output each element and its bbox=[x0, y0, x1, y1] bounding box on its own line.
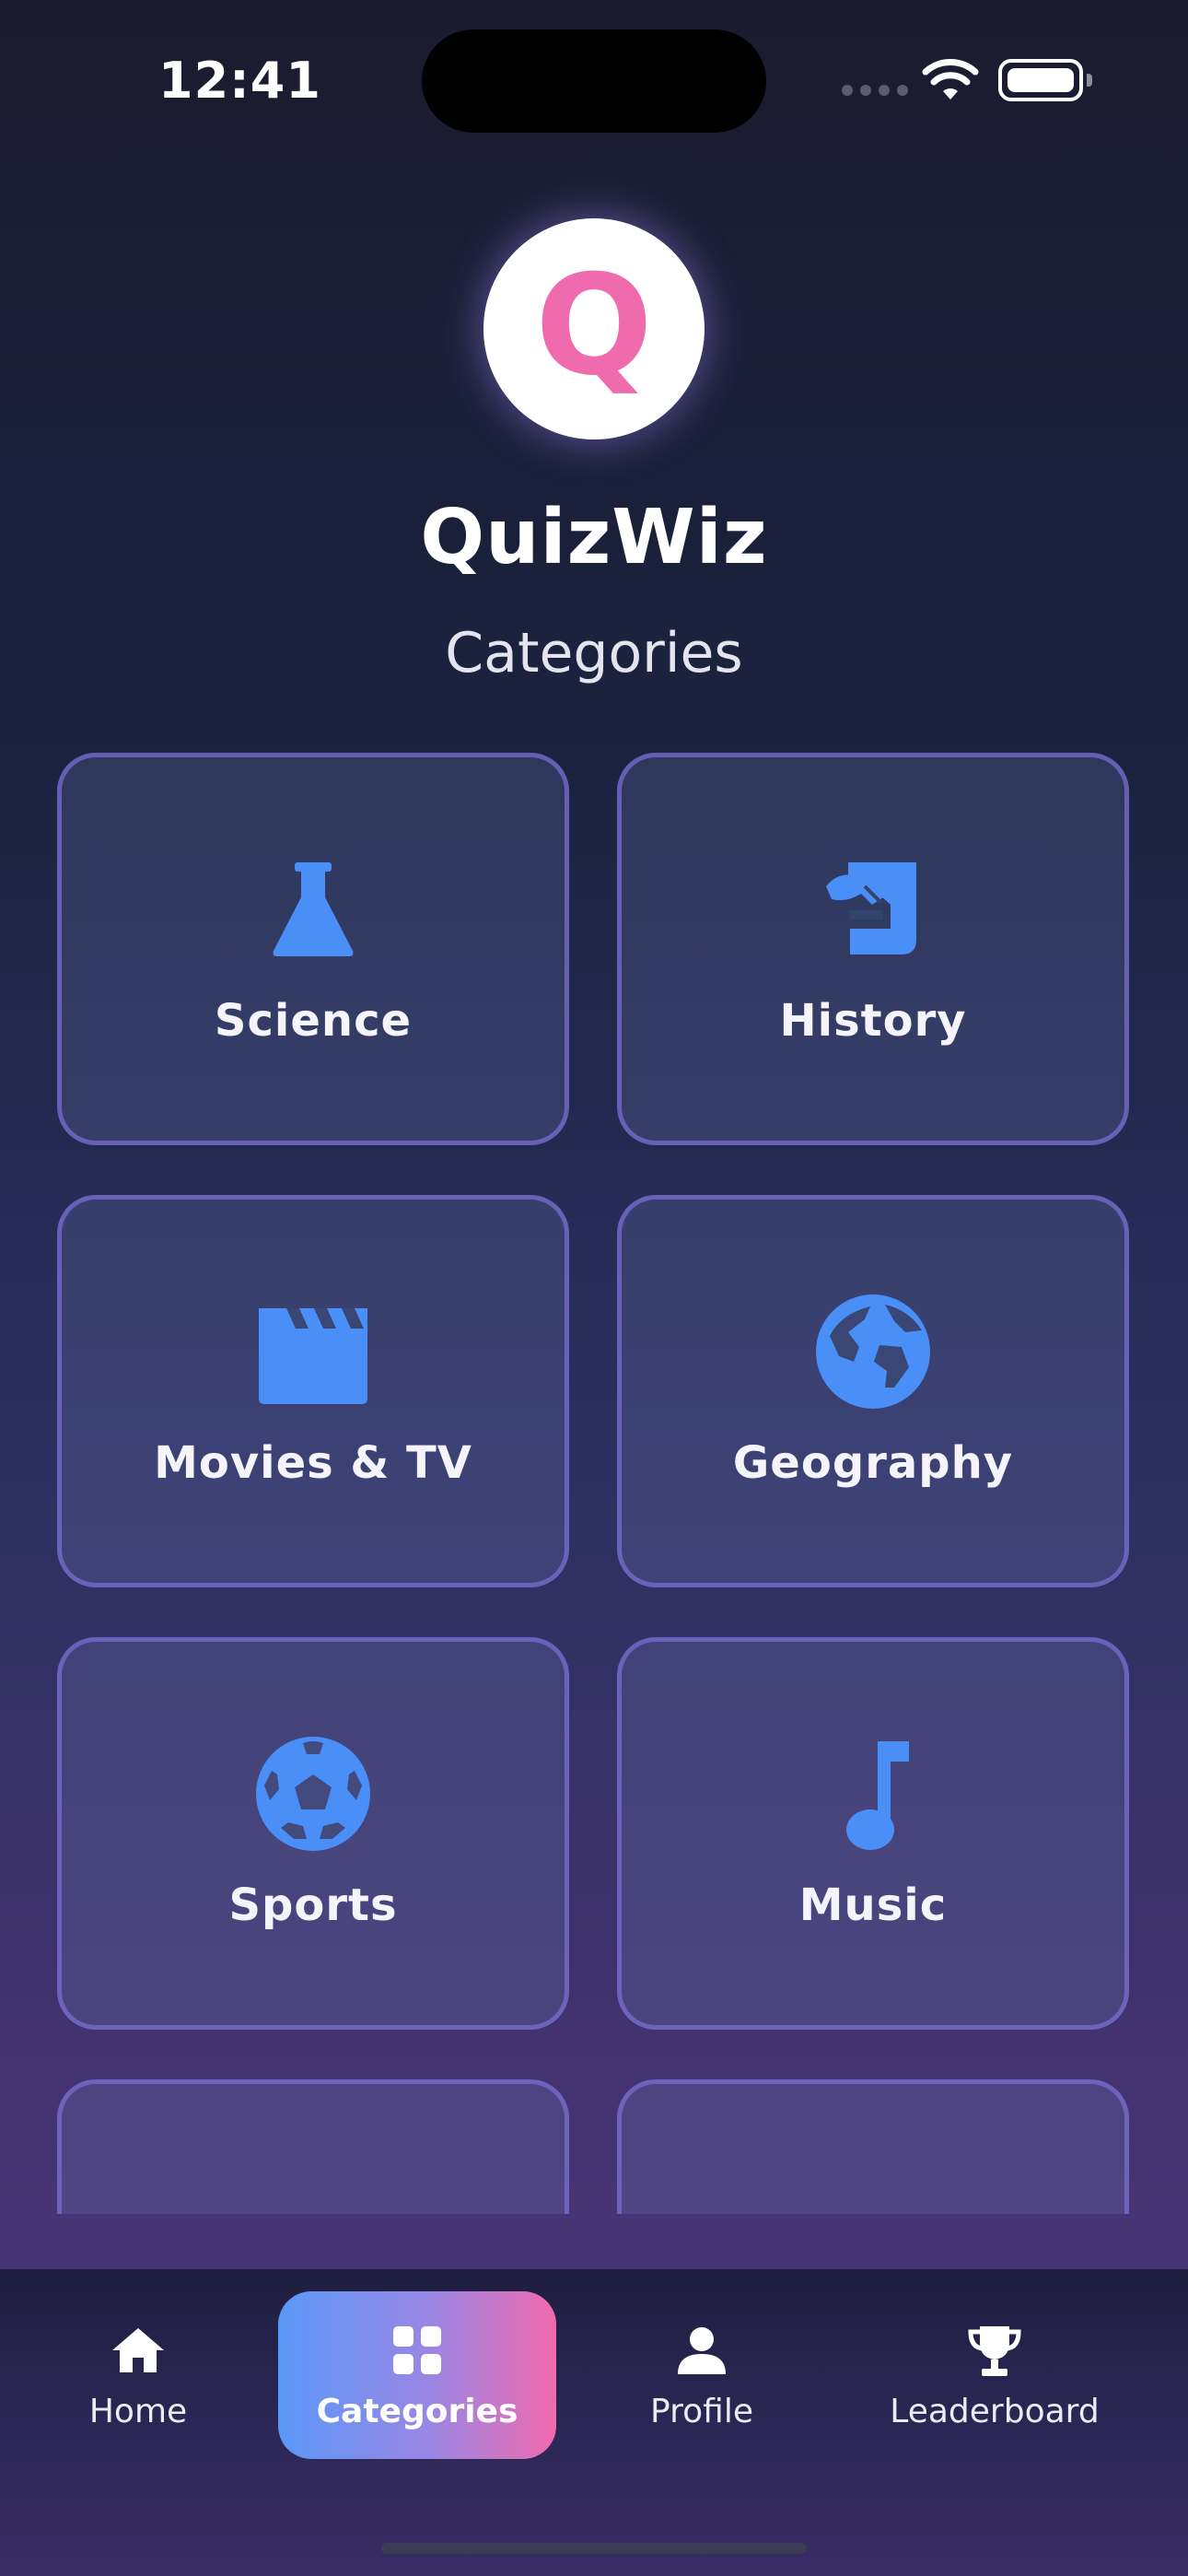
home-icon bbox=[112, 2327, 164, 2372]
logo-letter: Q bbox=[535, 246, 653, 406]
category-card-music[interactable]: Music bbox=[617, 1637, 1129, 2030]
music-note-icon bbox=[846, 1741, 909, 1850]
tab-label: Categories bbox=[316, 2392, 518, 2430]
grid-icon bbox=[393, 2325, 441, 2374]
category-label: Geography bbox=[732, 1437, 1014, 1489]
book-icon bbox=[253, 2176, 373, 2214]
category-label: Movies & TV bbox=[154, 1437, 472, 1489]
wifi-icon bbox=[922, 59, 979, 100]
category-card-science[interactable]: Science bbox=[57, 753, 569, 1145]
app-logo: Q bbox=[483, 218, 705, 439]
category-card-movies-tv[interactable]: Movies & TV bbox=[57, 1195, 569, 1587]
tab-label: Leaderboard bbox=[890, 2392, 1100, 2430]
scroll-quill-icon bbox=[826, 862, 916, 954]
dynamic-island bbox=[422, 29, 766, 133]
tab-label: Home bbox=[88, 2392, 188, 2430]
tab-categories[interactable]: Categories bbox=[278, 2291, 556, 2459]
trophy-icon bbox=[968, 2325, 1021, 2376]
person-icon bbox=[678, 2326, 726, 2374]
tab-label: Profile bbox=[650, 2392, 753, 2430]
home-indicator[interactable] bbox=[381, 2543, 807, 2554]
category-card-sports[interactable]: Sports bbox=[57, 1637, 569, 2030]
bottom-tab-bar: Home Categories Profile Leaderboard bbox=[0, 2269, 1188, 2576]
page-subtitle: Categories bbox=[445, 621, 743, 685]
tab-profile[interactable]: Profile bbox=[610, 2291, 794, 2459]
globe-icon bbox=[816, 1294, 930, 1409]
clapperboard-icon bbox=[259, 1308, 367, 1404]
status-time: 12:41 bbox=[158, 52, 321, 110]
app-title: QuizWiz bbox=[420, 494, 768, 581]
flask-icon bbox=[273, 862, 354, 956]
category-label: Sports bbox=[228, 1879, 398, 1931]
category-grid: Science History Movies & TV Geography Sp… bbox=[0, 737, 1188, 2214]
tv-icon bbox=[813, 2176, 933, 2214]
tab-leaderboard[interactable]: Leaderboard bbox=[871, 2291, 1118, 2459]
tab-home[interactable]: Home bbox=[46, 2291, 230, 2459]
category-label: History bbox=[779, 995, 967, 1047]
category-label: Science bbox=[214, 995, 413, 1047]
category-card-geography[interactable]: Geography bbox=[617, 1195, 1129, 1587]
soccer-ball-icon bbox=[256, 1737, 370, 1851]
battery-icon bbox=[998, 59, 1092, 101]
category-card-partial-right[interactable] bbox=[617, 2079, 1129, 2214]
cellular-signal-icon bbox=[842, 85, 908, 96]
category-label: Music bbox=[798, 1879, 948, 1931]
category-card-partial-left[interactable] bbox=[57, 2079, 569, 2214]
category-card-history[interactable]: History bbox=[617, 753, 1129, 1145]
